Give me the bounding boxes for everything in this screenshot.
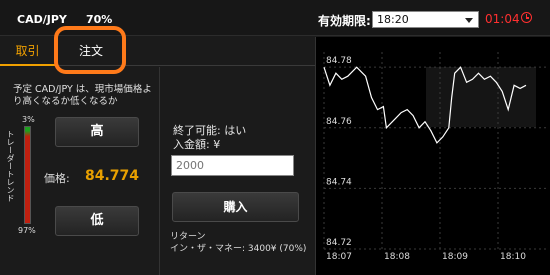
expiry-value: 18:20 [377,13,409,26]
low-button[interactable]: 低 [55,206,139,236]
x-tick-label: 18:07 [326,252,352,262]
trader-trend-bar [24,126,31,224]
clock-icon [521,12,532,23]
y-tick-label: 84.72 [326,238,352,248]
tab-trade[interactable]: 取引 [0,36,55,66]
prediction-text: 予定 CAD/JPY は、現市場価格より高くなるか低くなるか [13,84,152,107]
x-tick-label: 18:09 [442,252,468,262]
trader-trend-label: トレーダートレンド [6,130,15,202]
price-chart[interactable]: 84.78 84.76 84.74 84.72 18:07 18:08 18:09 18:10 [315,37,550,275]
countdown-timer: 01:04 [485,12,520,26]
x-tick-label: 18:08 [384,252,410,262]
tab-bar: 取引 注文 [0,36,315,66]
expiry-select[interactable]: 18:20 [372,11,479,28]
asset-pair: CAD/JPY [17,13,67,26]
high-button[interactable]: 高 [55,117,139,147]
price-label: 価格: [44,172,70,185]
trend-top-percent: 3% [22,115,35,124]
trend-bottom-percent: 97% [18,226,36,235]
chevron-down-icon [465,18,473,23]
y-tick-label: 84.76 [326,117,352,127]
buy-button[interactable]: 購入 [172,192,299,222]
price-value: 84.774 [85,168,140,184]
y-tick-label: 84.74 [326,177,352,187]
payout-rate: 70% [86,13,113,26]
y-tick-label: 84.78 [326,56,352,66]
expiry-label: 有効期限: [318,14,371,28]
x-tick-label: 18:10 [500,252,526,262]
amount-label: 入金額: ¥ [173,138,221,151]
return-value: イン・ザ・マネー: 3400¥ (70%) [170,244,307,254]
amount-input[interactable] [171,155,294,176]
price-chart-svg: 84.78 84.76 84.74 84.72 18:07 18:08 18:09 18:10 [323,52,546,262]
